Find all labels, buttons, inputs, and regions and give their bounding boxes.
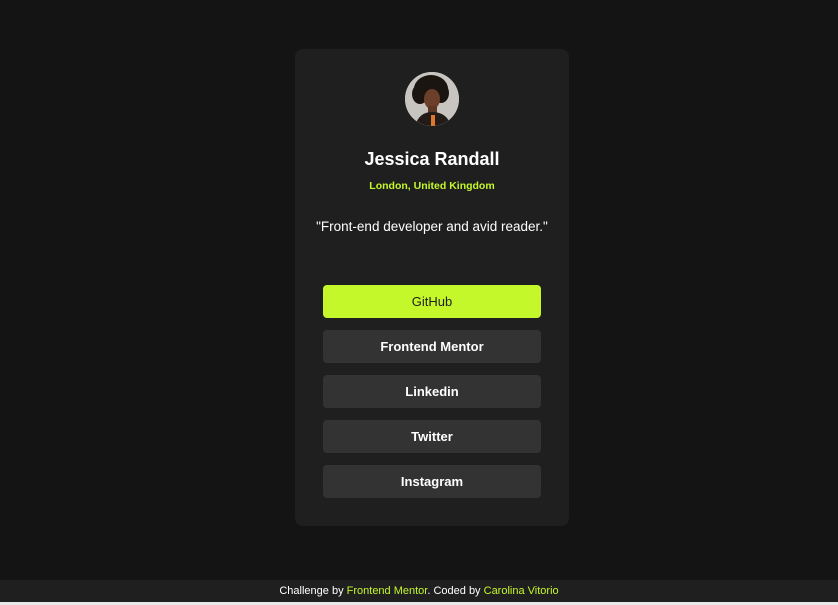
footer-challenge-prefix: Challenge by bbox=[279, 585, 347, 597]
instagram-link-button[interactable]: Instagram bbox=[323, 465, 541, 498]
profile-card: Jessica Randall London, United Kingdom "… bbox=[295, 49, 569, 526]
social-links-list: GitHub Frontend Mentor Linkedin Twitter … bbox=[323, 285, 541, 510]
attribution-footer: Challenge by Frontend Mentor. Coded by C… bbox=[0, 580, 838, 602]
frontend-mentor-link-button[interactable]: Frontend Mentor bbox=[323, 330, 541, 363]
avatar-image bbox=[405, 72, 459, 126]
profile-bio: "Front-end developer and avid reader." bbox=[316, 219, 548, 234]
footer-coded-prefix: . Coded by bbox=[427, 585, 484, 597]
twitter-link-button[interactable]: Twitter bbox=[323, 420, 541, 453]
page: Jessica Randall London, United Kingdom "… bbox=[0, 0, 838, 605]
profile-name: Jessica Randall bbox=[364, 149, 500, 169]
github-link-button[interactable]: GitHub bbox=[323, 285, 541, 318]
profile-location: London, United Kingdom bbox=[369, 180, 495, 192]
linkedin-link-button[interactable]: Linkedin bbox=[323, 375, 541, 408]
avatar bbox=[405, 72, 459, 126]
frontend-mentor-footer-link[interactable]: Frontend Mentor bbox=[347, 585, 428, 597]
author-footer-link[interactable]: Carolina Vitorio bbox=[484, 585, 559, 597]
